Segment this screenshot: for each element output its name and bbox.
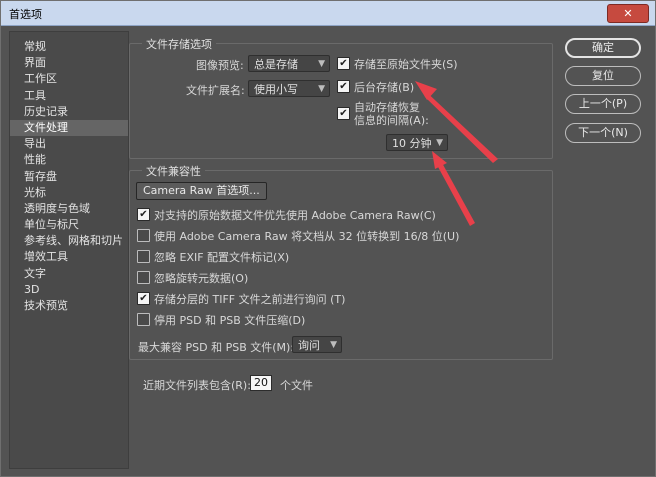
auto-save-interval-value: 10 分钟 <box>392 137 432 150</box>
sidebar-item[interactable]: 文件处理 <box>10 119 128 137</box>
compat-option-label: 忽略旋转元数据(O) <box>154 272 249 285</box>
max-compat-label: 最大兼容 PSD 和 PSB 文件(M): <box>138 341 295 354</box>
extension-value: 使用小写 <box>254 83 298 96</box>
compat-option-checkbox[interactable] <box>137 313 150 326</box>
sidebar-item[interactable]: 常规 <box>10 39 128 55</box>
chevron-down-icon: ▼ <box>318 84 325 94</box>
image-preview-value: 总是存储 <box>254 58 298 71</box>
background-save-label: 后台存储(B) <box>354 81 415 94</box>
max-compat-value: 询问 <box>298 339 320 352</box>
sidebar-item[interactable]: 文字 <box>10 266 128 282</box>
compat-option-checkbox[interactable] <box>137 271 150 284</box>
compat-option-label: 对支持的原始数据文件优先使用 Adobe Camera Raw(C) <box>154 209 436 222</box>
sidebar-item[interactable]: 界面 <box>10 55 128 71</box>
sidebar-item[interactable]: 性能 <box>10 152 128 168</box>
compat-option-label: 停用 PSD 和 PSB 文件压缩(D) <box>154 314 306 327</box>
sidebar-item[interactable]: 参考线、网格和切片 <box>10 233 128 249</box>
sidebar-item[interactable]: 透明度与色域 <box>10 201 128 217</box>
preferences-window: 首选项 ✕ 常规 界面 工作区 工具 历史记录 文件处理 导出 性能 暂存盘 光标 透明度与色域 单位… <box>0 0 656 477</box>
file-save-options-group: 文件存储选项 图像预览: 总是存储 ▼ 文件扩展名: 使用小写 ▼ ✔ 存储至原始文… <box>129 36 553 159</box>
extension-select[interactable]: 使用小写 ▼ <box>248 80 330 97</box>
save-original-folder-label: 存储至原始文件夹(S) <box>354 58 458 71</box>
sidebar-item[interactable]: 导出 <box>10 136 128 152</box>
sidebar: 常规 界面 工作区 工具 历史记录 文件处理 导出 性能 暂存盘 光标 透明度与色域 单位与标尺 参考线… <box>9 31 129 469</box>
chevron-down-icon: ▼ <box>436 138 443 148</box>
compat-option-checkbox[interactable]: ✔ <box>137 208 150 221</box>
recent-files-label: 近期文件列表包含(R): <box>143 379 251 392</box>
compat-option-checkbox[interactable] <box>137 229 150 242</box>
close-button[interactable]: ✕ <box>607 4 649 23</box>
chevron-down-icon: ▼ <box>318 59 325 69</box>
sidebar-item[interactable]: 技术预览 <box>10 298 128 314</box>
recent-files-count-input[interactable]: 20 <box>250 375 272 391</box>
sidebar-item[interactable]: 光标 <box>10 185 128 201</box>
file-save-options-title: 文件存储选项 <box>142 36 216 52</box>
compat-option-checkbox[interactable] <box>137 250 150 263</box>
ok-button[interactable]: 确定 <box>565 38 641 58</box>
sidebar-item[interactable]: 工具 <box>10 88 128 104</box>
image-preview-label: 图像预览: <box>196 59 244 72</box>
auto-save-checkbox[interactable]: ✔ <box>337 107 350 120</box>
auto-save-interval-select[interactable]: 10 分钟 ▼ <box>386 134 448 151</box>
extension-label: 文件扩展名: <box>186 84 245 97</box>
save-original-folder-checkbox[interactable]: ✔ <box>337 57 350 70</box>
sidebar-item[interactable]: 暂存盘 <box>10 169 128 185</box>
title-bar: 首选项 ✕ <box>1 1 655 26</box>
compat-option-label: 存储分层的 TIFF 文件之前进行询问 (T) <box>154 293 346 306</box>
auto-save-label-line2: 信息的间隔(A): <box>354 114 429 127</box>
chevron-down-icon: ▼ <box>330 340 337 350</box>
compat-option-label: 忽略 EXIF 配置文件标记(X) <box>154 251 290 264</box>
next-button[interactable]: 下一个(N) <box>565 123 641 143</box>
recent-files-suffix: 个文件 <box>280 379 313 392</box>
sidebar-item[interactable]: 历史记录 <box>10 104 128 120</box>
sidebar-item[interactable]: 增效工具 <box>10 249 128 265</box>
sidebar-item[interactable]: 工作区 <box>10 71 128 87</box>
max-compat-select[interactable]: 询问 ▼ <box>292 336 342 353</box>
sidebar-item[interactable]: 3D <box>10 282 128 298</box>
previous-button[interactable]: 上一个(P) <box>565 94 641 114</box>
file-compatibility-group: 文件兼容性 Camera Raw 首选项... ✔ 对支持的原始数据文件优先使用 … <box>129 163 553 360</box>
window-title: 首选项 <box>9 8 42 21</box>
compat-option-label: 使用 Adobe Camera Raw 将文档从 32 位转换到 16/8 位(… <box>154 230 460 243</box>
background-save-checkbox[interactable]: ✔ <box>337 80 350 93</box>
camera-raw-preferences-button[interactable]: Camera Raw 首选项... <box>136 182 267 200</box>
sidebar-item[interactable]: 单位与标尺 <box>10 217 128 233</box>
compat-option-checkbox[interactable]: ✔ <box>137 292 150 305</box>
dialog-body: 常规 界面 工作区 工具 历史记录 文件处理 导出 性能 暂存盘 光标 透明度与色域 单位与标尺 参考线… <box>9 31 647 469</box>
file-compatibility-title: 文件兼容性 <box>142 163 205 179</box>
image-preview-select[interactable]: 总是存储 ▼ <box>248 55 330 72</box>
reset-button[interactable]: 复位 <box>565 66 641 86</box>
